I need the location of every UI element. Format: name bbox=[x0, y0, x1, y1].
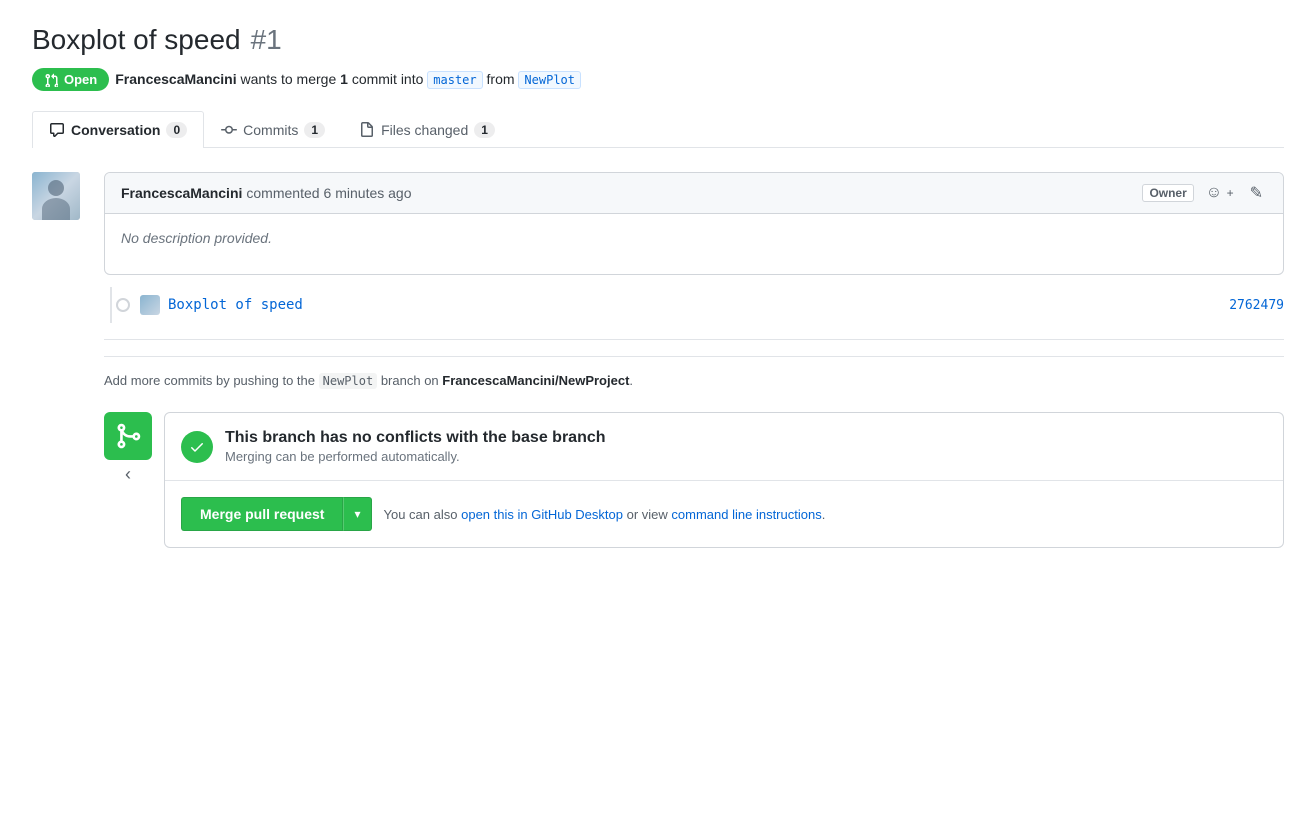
merge-status-row: This branch has no conflicts with the ba… bbox=[165, 413, 1283, 481]
from-text: from bbox=[487, 71, 519, 87]
merge-extra-suffix: . bbox=[822, 507, 826, 522]
merge-content-box: This branch has no conflicts with the ba… bbox=[164, 412, 1284, 548]
caret-down-icon: ▾ bbox=[354, 507, 360, 521]
comment-author[interactable]: FrancescaMancini bbox=[121, 185, 242, 201]
push-notice-middle: branch on bbox=[381, 373, 442, 388]
comment-action: commented bbox=[246, 185, 319, 201]
commit-label[interactable]: Boxplot of speed bbox=[168, 297, 1229, 313]
commit-mini-avatar bbox=[140, 295, 160, 315]
commit-sha[interactable]: 2762479 bbox=[1229, 298, 1284, 313]
commit-row-inner: Boxplot of speed bbox=[140, 295, 1229, 315]
head-branch[interactable]: NewPlot bbox=[518, 71, 581, 89]
merge-check-icon bbox=[181, 431, 213, 463]
commit-dot bbox=[116, 298, 130, 312]
push-notice-prefix: Add more commits by pushing to the bbox=[104, 373, 315, 388]
commits-icon bbox=[221, 122, 237, 138]
comment-header-right: Owner ☺ + ✎ bbox=[1142, 181, 1267, 205]
merge-actions-row: Merge pull request ▾ You can also open t… bbox=[165, 481, 1283, 547]
push-notice: Add more commits by pushing to the NewPl… bbox=[104, 356, 1284, 396]
open-badge: Open bbox=[32, 68, 109, 91]
tab-commits-count: 1 bbox=[304, 122, 325, 138]
tab-conversation-count: 0 bbox=[166, 122, 187, 138]
owner-badge: Owner bbox=[1142, 184, 1193, 202]
push-notice-branch: NewPlot bbox=[319, 373, 378, 389]
conversation-icon bbox=[49, 122, 65, 138]
merge-section: ‹ This branch has no conflicts with the … bbox=[104, 412, 1284, 548]
push-notice-repo[interactable]: FrancescaMancini/NewProject bbox=[442, 373, 629, 388]
merge-btn-caret[interactable]: ▾ bbox=[343, 497, 371, 531]
tab-commits-label: Commits bbox=[243, 122, 298, 138]
edit-comment-button[interactable]: ✎ bbox=[1246, 181, 1267, 205]
comment-time: 6 minutes ago bbox=[324, 185, 412, 201]
avatar bbox=[32, 172, 80, 220]
comment-header-left: FrancescaMancini commented 6 minutes ago bbox=[121, 185, 412, 201]
pencil-icon: ✎ bbox=[1250, 185, 1263, 202]
open-badge-label: Open bbox=[64, 72, 97, 87]
pr-author-name[interactable]: FrancescaMancini bbox=[115, 71, 236, 87]
merge-icon-column: ‹ bbox=[104, 412, 152, 485]
avatar-image bbox=[32, 172, 80, 220]
main-right: FrancescaMancini commented 6 minutes ago… bbox=[104, 172, 1284, 548]
merge-status-text: This branch has no conflicts with the ba… bbox=[225, 429, 1267, 464]
files-changed-icon bbox=[359, 122, 375, 138]
pr-open-icon bbox=[44, 73, 58, 87]
tab-files-changed-label: Files changed bbox=[381, 122, 468, 138]
merge-status-sub: Merging can be performed automatically. bbox=[225, 449, 1267, 464]
pr-author: FrancescaMancini wants to merge 1 commit… bbox=[115, 71, 581, 89]
merge-extra-mid: or view bbox=[627, 507, 672, 522]
pr-action: wants to merge bbox=[241, 71, 341, 87]
tab-commits[interactable]: Commits 1 bbox=[204, 111, 342, 148]
divider bbox=[104, 339, 1284, 340]
comment-header: FrancescaMancini commented 6 minutes ago… bbox=[105, 173, 1283, 214]
collapse-arrow[interactable]: ‹ bbox=[125, 464, 131, 485]
pr-number: #1 bbox=[251, 24, 282, 56]
pr-status-bar: Open FrancescaMancini wants to merge 1 c… bbox=[32, 68, 1284, 91]
comment-box: FrancescaMancini commented 6 minutes ago… bbox=[104, 172, 1284, 275]
command-line-instructions-link[interactable]: command line instructions bbox=[671, 507, 821, 522]
checkmark-icon bbox=[189, 439, 205, 455]
merge-icon-box bbox=[104, 412, 152, 460]
pr-title: Boxplot of speed bbox=[32, 24, 241, 56]
push-notice-suffix: . bbox=[629, 373, 633, 388]
main-content: FrancescaMancini commented 6 minutes ago… bbox=[32, 172, 1284, 548]
merge-pull-request-button[interactable]: Merge pull request bbox=[181, 497, 343, 531]
base-branch[interactable]: master bbox=[427, 71, 482, 89]
github-desktop-link[interactable]: open this in GitHub Desktop bbox=[461, 507, 623, 522]
merge-icon bbox=[114, 422, 142, 450]
timeline-line bbox=[110, 287, 112, 323]
pr-action2: commit into bbox=[352, 71, 427, 87]
plus-icon: + bbox=[1227, 186, 1234, 200]
merge-status-title: This branch has no conflicts with the ba… bbox=[225, 429, 1267, 447]
add-reaction-button[interactable]: ☺ + bbox=[1202, 182, 1238, 204]
commit-row: Boxplot of speed 2762479 bbox=[116, 287, 1284, 323]
comment-text: No description provided. bbox=[121, 230, 272, 246]
tab-files-changed-count: 1 bbox=[474, 122, 495, 138]
tabs-container: Conversation 0 Commits 1 Files changed 1 bbox=[32, 111, 1284, 148]
avatar-column bbox=[32, 172, 92, 220]
comment-body: No description provided. bbox=[105, 214, 1283, 274]
pr-commit-count: 1 bbox=[340, 71, 348, 87]
timeline-container: Boxplot of speed 2762479 bbox=[104, 287, 1284, 323]
merge-extra-prefix: You can also bbox=[384, 507, 458, 522]
pr-title-container: Boxplot of speed #1 bbox=[32, 24, 1284, 56]
merge-btn-group: Merge pull request ▾ bbox=[181, 497, 372, 531]
tab-conversation-label: Conversation bbox=[71, 122, 160, 138]
emoji-icon: ☺ bbox=[1206, 184, 1222, 201]
merge-extra-text: You can also open this in GitHub Desktop… bbox=[384, 507, 826, 522]
tab-files-changed[interactable]: Files changed 1 bbox=[342, 111, 512, 148]
tab-conversation[interactable]: Conversation 0 bbox=[32, 111, 204, 148]
